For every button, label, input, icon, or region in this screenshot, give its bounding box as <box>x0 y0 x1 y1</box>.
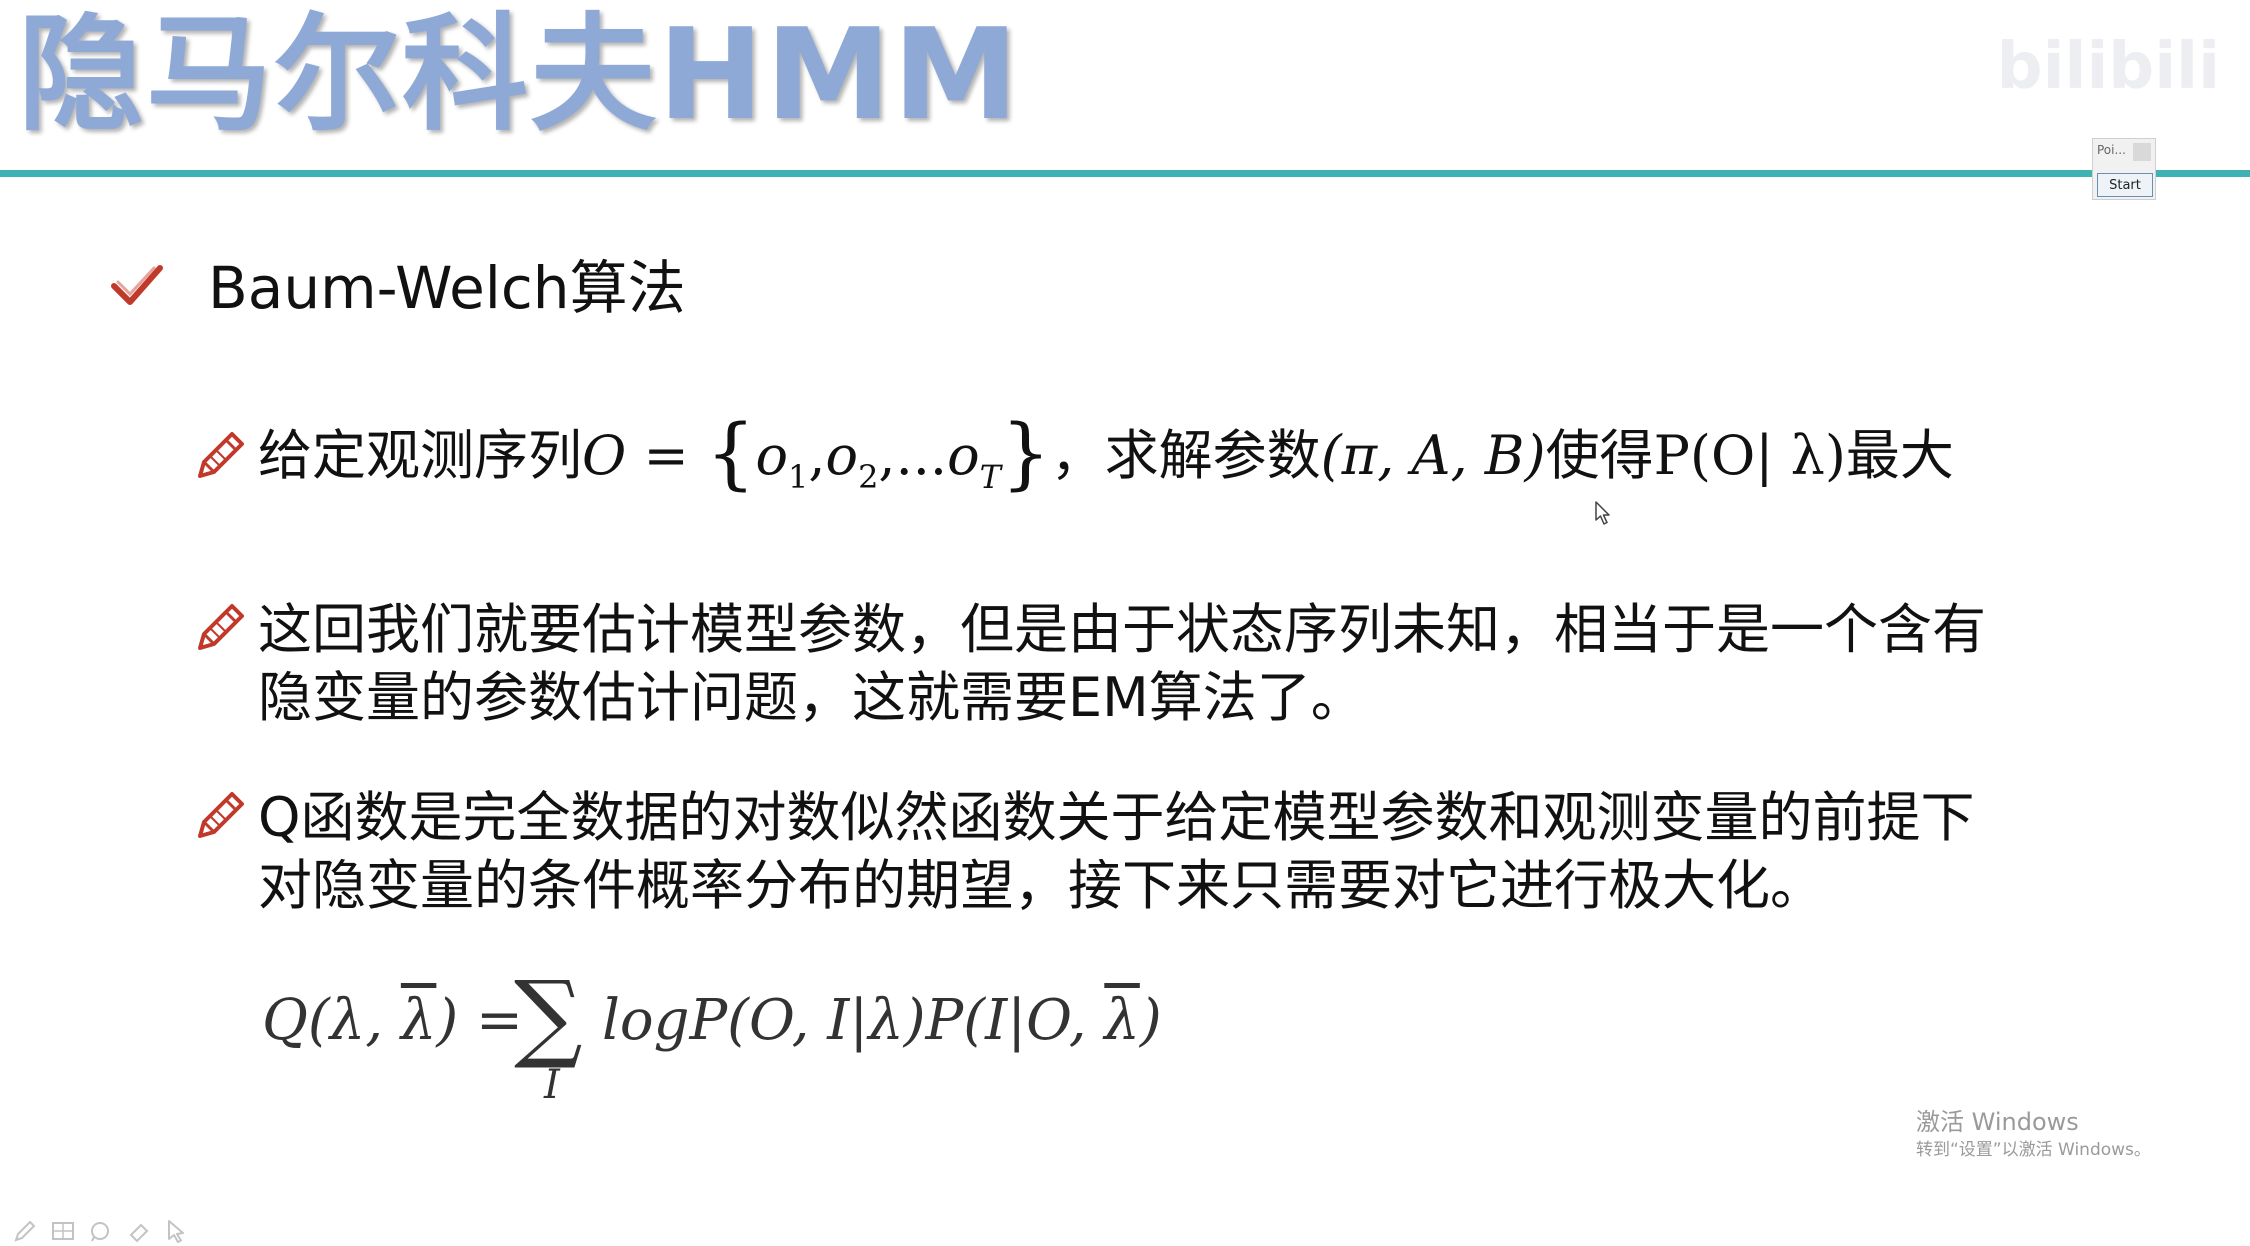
bullet1-oT: o <box>947 424 980 487</box>
formula-sum-symbol: ∑ <box>514 960 583 1072</box>
bullet1-middle: ，求解参数 <box>1050 424 1321 487</box>
activation-hint: 转到“设置”以激活 Windows。 <box>1916 1140 2151 1160</box>
q-function-formula: Q(λ, λ) = ∑ I logP(O, I|λ)P(I|O, λ) <box>262 960 1162 1110</box>
activation-title: 激活 Windows <box>1916 1108 2079 1136</box>
bullet1-sub-1: 1 <box>788 458 809 496</box>
bullet1-o2: o <box>825 424 859 487</box>
formula-sum-index: I <box>544 1062 560 1108</box>
slide-title: 隐马尔科夫HMM <box>18 1 1021 148</box>
mouse-cursor-icon <box>1595 501 1610 525</box>
bullet3-line1: Q函数是完全数据的对数似然函数关于给定模型参数和观测变量的前提下 <box>258 786 1975 849</box>
bullet2-line2: 隐变量的参数估计问题，这就需要EM算法了。 <box>258 666 1365 729</box>
bullet1-probability: P(O| λ) <box>1653 424 1846 487</box>
bullet1-sub-T: T <box>979 458 1001 496</box>
bullet-q-function: Q函数是完全数据的对数似然函数关于给定模型参数和观测变量的前提下 对隐变量的条件… <box>258 784 1975 920</box>
bullet1-prefix: 给定观测序列 <box>258 424 582 487</box>
zoom-icon[interactable] <box>88 1218 114 1244</box>
slides-grid-icon[interactable] <box>50 1218 76 1244</box>
start-button[interactable]: Start <box>2097 173 2153 197</box>
section-heading: Baum-Welch算法 <box>208 254 686 322</box>
formula-rhs: logP(O, I|λ)P(I|O, λ) <box>602 988 1162 1053</box>
windows-activation-notice: 激活 Windows 转到“设置”以激活 Windows。 <box>1916 1106 2151 1162</box>
bullet2-line1: 这回我们就要估计模型参数，但是由于状态序列未知，相当于是一个含有 <box>258 598 1986 661</box>
formula-rhs-lambda-bar: λ <box>1104 988 1140 1053</box>
bullet1-symbol-O: O <box>582 424 627 487</box>
pencil-icon <box>198 604 244 650</box>
pointer-icon[interactable] <box>164 1218 190 1244</box>
bullet-em-explanation: 这回我们就要估计模型参数，但是由于状态序列未知，相当于是一个含有 隐变量的参数估… <box>258 596 1986 732</box>
bullet1-suffix: 最大 <box>1845 424 1954 487</box>
player-label: Poi... <box>2097 143 2126 157</box>
formula-lambda-bar: λ <box>400 988 437 1053</box>
bullet-observation-sequence: 给定观测序列O = {o1,o2,...oT}，求解参数(π, A, B)使得P… <box>258 409 1954 499</box>
bullet1-params: (π, A, B) <box>1320 424 1546 487</box>
bilibili-watermark: bilibili <box>1996 30 2220 104</box>
pencil-icon <box>198 792 244 838</box>
slideshow-toolbar <box>12 1218 190 1244</box>
presentation-player-widget: Poi... Start <box>2092 138 2156 200</box>
bullet1-right-brace: } <box>1000 409 1051 499</box>
bullet1-middle2: 使得 <box>1545 424 1654 487</box>
player-thumbnail <box>2133 143 2151 161</box>
bullet1-dots: ,... <box>878 424 948 487</box>
formula-lhs: Q(λ, λ) = <box>262 988 523 1053</box>
bullet1-o1: o <box>755 424 789 487</box>
bullet1-sub-2: 2 <box>858 458 879 496</box>
bullet1-equals: = <box>626 424 706 487</box>
pencil-icon <box>198 432 244 478</box>
checkmark-icon <box>111 265 163 305</box>
pen-tool-icon[interactable] <box>12 1218 38 1244</box>
title-divider <box>0 170 2250 177</box>
bullet1-left-brace: { <box>705 409 756 499</box>
bullet3-line2: 对隐变量的条件概率分布的期望，接下来只需要对它进行极大化。 <box>258 854 1824 917</box>
eraser-icon[interactable] <box>126 1218 152 1244</box>
